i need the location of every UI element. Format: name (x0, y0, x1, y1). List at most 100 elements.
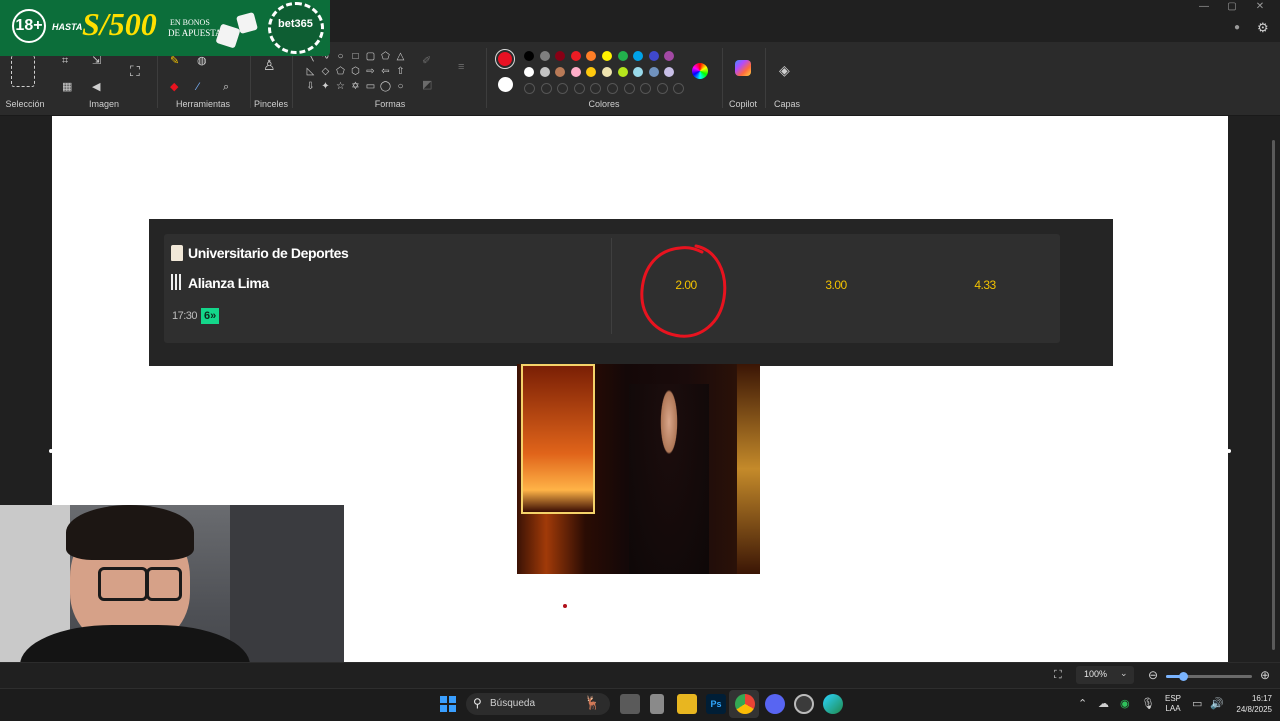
fill-icon[interactable]: ◍ (197, 54, 207, 68)
copilot-icon[interactable] (735, 60, 751, 76)
color-swatch-row1-1[interactable] (524, 51, 534, 61)
selection-tool-icon[interactable] (11, 55, 35, 87)
triangle-shape-icon[interactable]: △ (394, 50, 407, 63)
color-swatch-row2-2[interactable] (539, 67, 550, 77)
custom-color-slot[interactable] (673, 83, 685, 94)
usb-app-icon[interactable] (650, 694, 664, 714)
task-view-icon[interactable] (620, 694, 640, 714)
pencil-icon[interactable]: ✎ (170, 54, 179, 68)
diamond-shape-icon[interactable]: ◇ (319, 65, 332, 78)
eraser-icon[interactable]: ◆ (170, 80, 178, 94)
color-swatch-row1-9[interactable] (648, 51, 659, 61)
polygon-shape-icon[interactable]: ⬠ (379, 50, 392, 63)
network-icon[interactable]: ▭ (1192, 697, 1202, 710)
color-swatch-row2-3[interactable] (555, 67, 566, 77)
left-arrow-shape-icon[interactable]: ⇦ (379, 65, 392, 78)
oval-shape-icon[interactable]: ○ (334, 50, 347, 63)
onedrive-icon[interactable]: ☁ (1098, 697, 1109, 710)
vertical-scrollbar[interactable] (1272, 140, 1275, 650)
magnifier-icon[interactable]: ⌕ (223, 80, 229, 94)
resize-handle-right[interactable] (1227, 449, 1231, 453)
zoom-slider[interactable] (1166, 672, 1252, 681)
fit-screen-icon[interactable]: ⛶ (1054, 669, 1062, 682)
color-swatch-row1-7[interactable] (617, 51, 628, 61)
security-icon[interactable]: ◉ (1120, 697, 1130, 710)
color-swatch-row2-8[interactable] (633, 67, 644, 77)
file-explorer-icon[interactable] (677, 694, 697, 714)
custom-color-slot[interactable] (656, 83, 668, 94)
brush-icon[interactable]: ♙ (263, 58, 276, 72)
tray-chevron-icon[interactable]: ⌃ (1078, 697, 1087, 710)
color-swatch-row1-8[interactable] (633, 51, 644, 61)
taskbar-search[interactable]: ⚲ Búsqueda 🦌 (466, 693, 610, 715)
start-button[interactable] (440, 696, 456, 712)
rectangle-shape-icon[interactable]: □ (349, 50, 362, 63)
close-button[interactable]: ✕ (1246, 0, 1274, 14)
fill-shape-icon[interactable]: ◩ (422, 78, 432, 92)
layers-icon[interactable]: ◈ (779, 63, 790, 77)
shape-size-icon[interactable]: ≡ (458, 60, 464, 74)
callout-cloud-icon[interactable]: ○ (394, 80, 407, 93)
language-indicator[interactable]: ESP LAA (1160, 694, 1186, 714)
custom-color-slot[interactable] (540, 83, 552, 94)
color-swatch-row1-6[interactable] (601, 51, 612, 61)
color-swatch-row2-9[interactable] (648, 67, 659, 77)
browser-icon[interactable] (823, 694, 843, 714)
color-swatch-row2-10[interactable] (664, 67, 675, 77)
callout-oval-icon[interactable]: ◯ (379, 80, 392, 93)
pentagon-shape-icon[interactable]: ⬠ (334, 65, 347, 78)
volume-icon[interactable]: 🔊 (1210, 697, 1224, 710)
six-point-star-icon[interactable]: ✡ (349, 80, 362, 93)
color-swatch-row2-7[interactable] (617, 67, 628, 77)
color-swatch-row2-5[interactable] (586, 67, 597, 77)
resize-handle-left[interactable] (49, 449, 53, 453)
right-arrow-shape-icon[interactable]: ⇨ (364, 65, 377, 78)
zoom-in-icon[interactable]: ⊕ (1260, 668, 1270, 682)
custom-color-slot[interactable] (573, 83, 585, 94)
steam-icon[interactable] (794, 694, 814, 714)
maximize-button[interactable]: ▢ (1218, 0, 1246, 14)
four-point-star-icon[interactable]: ✦ (319, 80, 332, 93)
custom-color-slot[interactable] (623, 83, 635, 94)
color-swatch-row1-10[interactable] (664, 51, 675, 61)
active-color-button[interactable] (495, 49, 515, 69)
zoom-dropdown[interactable]: 100% ⌄ (1076, 666, 1134, 684)
minimize-button[interactable]: — (1190, 0, 1218, 14)
edit-colors-icon[interactable] (692, 63, 708, 79)
crop-icon[interactable]: ⌗ (62, 54, 68, 68)
rotate-icon[interactable]: ◀ (92, 80, 100, 94)
secondary-color-button[interactable] (498, 77, 513, 92)
zoom-out-icon[interactable]: ⊖ (1148, 668, 1158, 682)
account-icon[interactable]: ● (1234, 22, 1240, 33)
image-select-icon[interactable]: ⛶ (130, 64, 140, 78)
resize-icon[interactable]: ⇲ (92, 54, 101, 68)
callout-rect-icon[interactable]: ▭ (364, 80, 377, 93)
up-arrow-shape-icon[interactable]: ⇧ (394, 65, 407, 78)
chrome-icon[interactable] (735, 694, 755, 714)
custom-color-slot[interactable] (557, 83, 569, 94)
color-swatch-row1-5[interactable] (586, 51, 597, 61)
five-point-star-icon[interactable]: ☆ (334, 80, 347, 93)
settings-gear-icon[interactable]: ⚙ (1257, 20, 1269, 36)
hexagon-shape-icon[interactable]: ⬡ (349, 65, 362, 78)
custom-color-slot[interactable] (606, 83, 618, 94)
color-swatch-row2-1[interactable] (524, 67, 534, 77)
photoshop-icon[interactable]: Ps (706, 694, 726, 714)
right-triangle-shape-icon[interactable]: ◺ (304, 65, 317, 78)
background-removal-icon[interactable]: ▦ (62, 80, 72, 94)
outline-icon[interactable]: ✐ (422, 54, 431, 68)
color-picker-icon[interactable]: ⁄ (197, 80, 199, 94)
down-arrow-shape-icon[interactable]: ⇩ (304, 80, 317, 93)
discord-icon[interactable] (765, 694, 785, 714)
mic-icon[interactable]: 🎙 (1141, 697, 1155, 710)
shapes-gallery[interactable]: ╲ ∿ ○ □ ▢ ⬠ △ ◺ ◇ ⬠ ⬡ ⇨ ⇦ ⇧ ⇩ ✦ ☆ ✡ ▭ ◯ … (304, 50, 408, 94)
custom-color-slot[interactable] (524, 83, 535, 94)
custom-color-slot[interactable] (590, 83, 602, 94)
color-swatch-row2-6[interactable] (601, 67, 612, 77)
color-swatch-row1-2[interactable] (539, 51, 550, 61)
rounded-rectangle-shape-icon[interactable]: ▢ (364, 50, 377, 63)
color-swatch-row1-3[interactable] (555, 51, 566, 61)
clock[interactable]: 16:17 24/8/2025 (1226, 693, 1272, 715)
custom-color-slot[interactable] (640, 83, 652, 94)
color-swatch-row2-4[interactable] (570, 67, 581, 77)
